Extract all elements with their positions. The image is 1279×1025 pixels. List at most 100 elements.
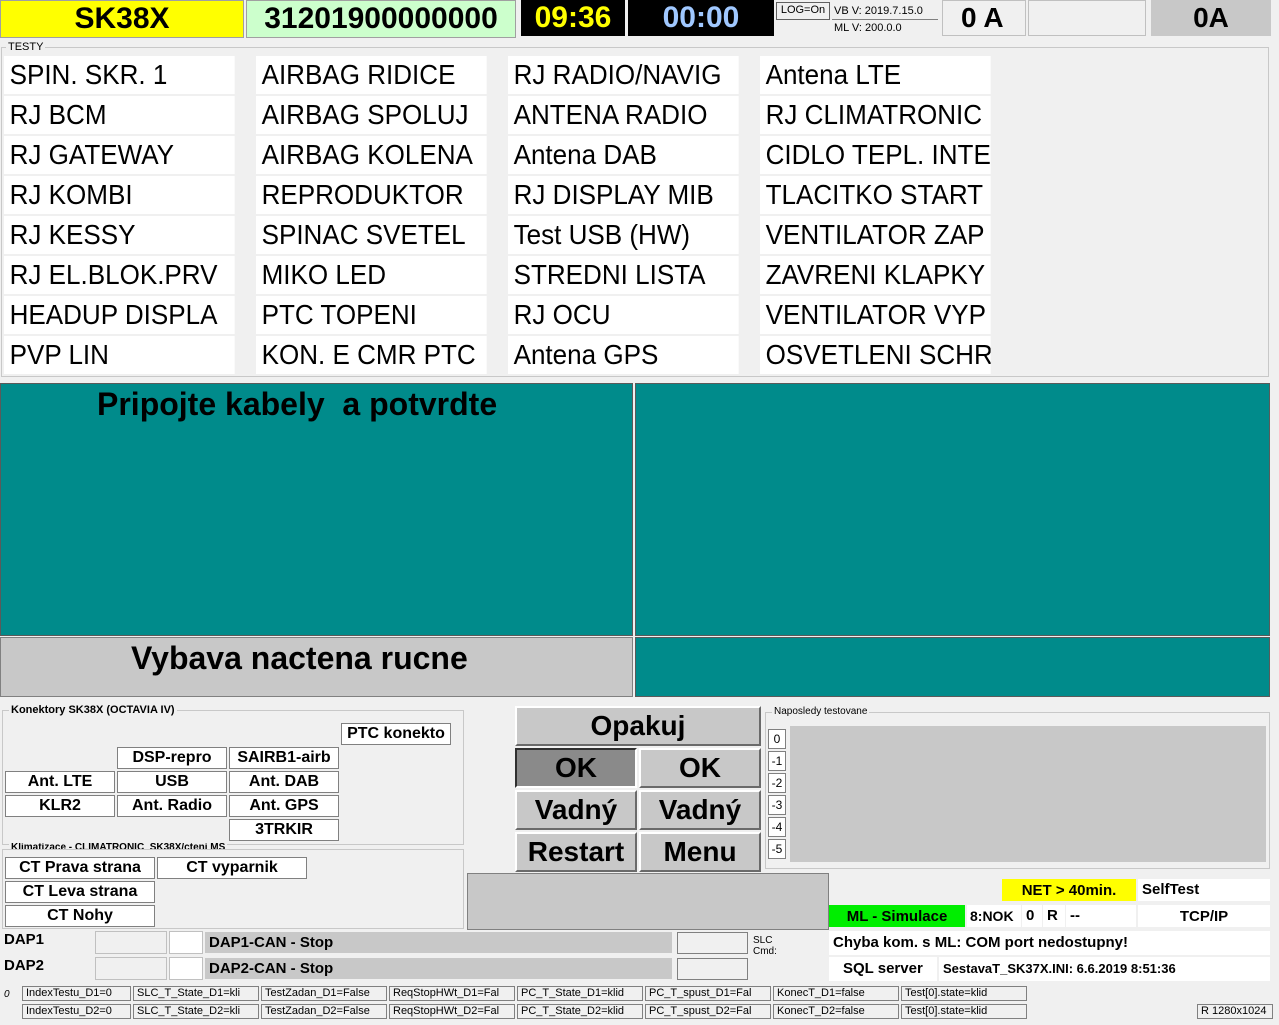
test-item[interactable]: PTC TOPENI [256, 296, 487, 334]
recent-index-button[interactable]: 0 [768, 729, 786, 749]
menu-button[interactable]: Menu [639, 832, 761, 872]
test-item[interactable]: STREDNI LISTA [508, 256, 739, 294]
test-item[interactable]: RJ OCU [508, 296, 739, 334]
dap2-checkbox[interactable] [169, 957, 203, 980]
ok-button-2[interactable]: OK [639, 748, 761, 788]
debug-state-field: KonecT_D1=false [773, 986, 899, 1001]
connector-sairb[interactable]: SAIRB1-airb [229, 747, 339, 769]
climate-ct-prava[interactable]: CT Prava strana [5, 857, 155, 879]
test-item[interactable]: AIRBAG KOLENA [256, 136, 487, 174]
test-item[interactable]: ANTENA RADIO [508, 96, 739, 134]
connector-ant-radio[interactable]: Ant. Radio [117, 795, 227, 817]
test-item[interactable]: VENTILATOR VYP [760, 296, 991, 334]
test-item[interactable]: PVP LIN [4, 336, 235, 374]
test-item[interactable]: VENTILATOR ZAP [760, 216, 991, 254]
recent-index-button[interactable]: -3 [768, 795, 786, 815]
test-item[interactable]: KON. E CMR PTC [256, 336, 487, 374]
connector-ant-lte[interactable]: Ant. LTE [5, 771, 115, 793]
debug-state-field: IndexTestu_D1=0 [22, 986, 131, 1001]
climate-ct-vyparnik[interactable]: CT vyparnik [157, 857, 307, 879]
recent-list [790, 726, 1266, 862]
dap2-slc-field [677, 958, 748, 980]
connector-ant-dab[interactable]: Ant. DAB [229, 771, 339, 793]
debug-state-field: PC_T_spust_D2=Fal [645, 1004, 771, 1019]
connector-3trkir[interactable]: 3TRKIR [229, 819, 339, 841]
r-indicator: R [1043, 905, 1065, 927]
version-separator [832, 19, 938, 20]
test-item[interactable]: RJ DISPLAY MIB [508, 176, 739, 214]
ini-info: SestavaT_SK37X.INI: 6.6.2019 8:51:36 [939, 957, 1270, 981]
timer-display: 00:00 [628, 0, 774, 36]
test-item[interactable]: Antena LTE [760, 56, 991, 94]
connectors-group-title: Konektory SK38X (OCTAVIA IV) [9, 704, 177, 716]
status-display-panel [467, 873, 829, 930]
header-empty-field [1028, 0, 1146, 36]
debug-state-field: ReqStopHWt_D1=Fal [389, 986, 515, 1001]
ml-version: ML V: 200.0.0 [834, 22, 902, 34]
test-item[interactable]: REPRODUKTOR [256, 176, 487, 214]
test-item[interactable]: RJ BCM [4, 96, 235, 134]
test-item[interactable]: Test USB (HW) [508, 216, 739, 254]
test-item[interactable]: RJ KOMBI [4, 176, 235, 214]
test-item[interactable]: MIKO LED [256, 256, 487, 294]
message-text: Pripojte kabely a potvrdte [97, 386, 498, 422]
clock-display: 09:36 [521, 0, 625, 36]
slc-cmd-label: SLC Cmd: [753, 935, 777, 957]
test-item[interactable]: AIRBAG SPOLUJ [256, 96, 487, 134]
test-item[interactable]: RJ RADIO/NAVIG [508, 56, 739, 94]
test-item[interactable]: TLACITKO START [760, 176, 991, 214]
ml-error-message: Chyba kom. s ML: COM port nedostupny! [829, 931, 1270, 955]
ml-simulation-status: ML - Simulace [829, 905, 965, 927]
test-item[interactable]: AIRBAG RIDICE [256, 56, 487, 94]
connector-ptc[interactable]: PTC konekto [341, 723, 451, 745]
dap1-slc-field [677, 932, 748, 954]
connector-ant-gps[interactable]: Ant. GPS [229, 795, 339, 817]
restart-button[interactable]: Restart [515, 832, 637, 872]
test-item[interactable]: Antena GPS [508, 336, 739, 374]
current-a: 0 A [942, 0, 1026, 36]
sub-info-panel-right [635, 637, 1270, 697]
climate-ct-nohy[interactable]: CT Nohy [5, 905, 155, 927]
debug-state-field: ReqStopHWt_D2=Fal [389, 1004, 515, 1019]
recent-index-button[interactable]: -4 [768, 817, 786, 837]
debug-state-field: PC_T_State_D1=klid [517, 986, 643, 1001]
vb-version: VB V: 2019.7.15.0 [834, 5, 923, 17]
test-item[interactable]: ZAVRENI KLAPKY [760, 256, 991, 294]
connector-klr2[interactable]: KLR2 [5, 795, 115, 817]
recent-group-title: Naposledy testovane [772, 706, 870, 718]
debug-state-field: PC_T_spust_D1=Fal [645, 986, 771, 1001]
net-status: NET > 40min. [1002, 879, 1136, 901]
tcpip-label: TCP/IP [1138, 905, 1270, 927]
test-item[interactable]: CIDLO TEPL. INTE [760, 136, 991, 174]
test-item[interactable]: HEADUP DISPLA [4, 296, 235, 334]
test-item[interactable]: RJ KESSY [4, 216, 235, 254]
dap2-field [95, 957, 167, 980]
recent-index-button[interactable]: -5 [768, 839, 786, 859]
tests-group-title: TESTY [6, 41, 46, 53]
test-item[interactable]: Antena DAB [508, 136, 739, 174]
test-item[interactable]: RJ GATEWAY [4, 136, 235, 174]
recent-index-button[interactable]: -2 [768, 773, 786, 793]
sub-message-text: Vybava nactena rucne [131, 640, 468, 676]
test-item[interactable]: SPIN. SKR. 1 [4, 56, 235, 94]
climate-group-title: Klimatizace - CLIMATRONIC_SK38X/cteni MS [9, 843, 228, 849]
climate-ct-leva[interactable]: CT Leva strana [5, 881, 155, 903]
dap2-label: DAP2 [4, 957, 45, 974]
repeat-button[interactable]: Opakuj [515, 706, 761, 746]
test-item[interactable]: OSVETLENI SCHR [760, 336, 991, 374]
info-panel-right [635, 383, 1270, 636]
debug-state-field: Test[0].state=klid [901, 1004, 1027, 1019]
recent-index-button[interactable]: -1 [768, 751, 786, 771]
dap1-checkbox[interactable] [169, 931, 203, 954]
test-item[interactable]: RJ CLIMATRONIC [760, 96, 991, 134]
test-item[interactable]: SPINAC SVETEL [256, 216, 487, 254]
connector-usb[interactable]: USB [117, 771, 227, 793]
dap2-can-status: DAP2-CAN - Stop [205, 958, 672, 979]
sql-server-label: SQL server [829, 957, 937, 981]
ok-button-1[interactable]: OK [515, 748, 637, 788]
defective-button-1[interactable]: Vadný [515, 790, 637, 830]
test-item[interactable]: RJ EL.BLOK.PRV [4, 256, 235, 294]
connector-dsp-repro[interactable]: DSP-repro [117, 747, 227, 769]
defective-button-2[interactable]: Vadný [639, 790, 761, 830]
dap1-label: DAP1 [4, 931, 45, 948]
